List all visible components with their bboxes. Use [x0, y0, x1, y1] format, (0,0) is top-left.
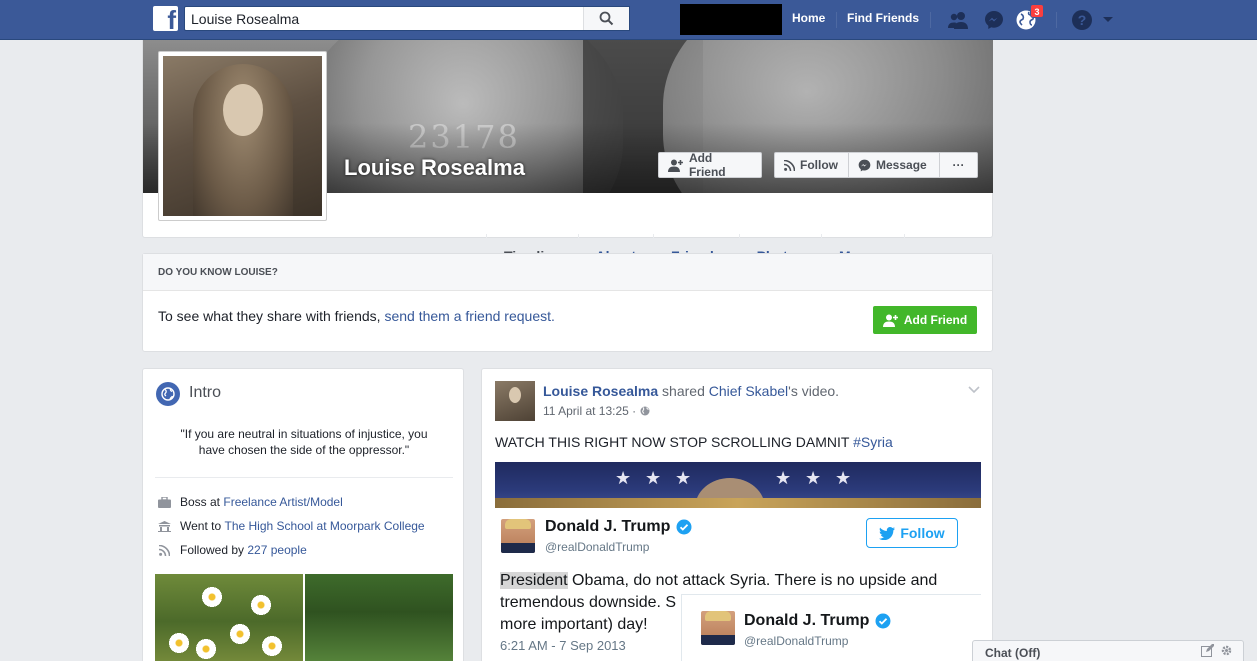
find-friends-link[interactable]: Find Friends: [847, 11, 919, 25]
intro-followers: Followed by 227 people: [157, 543, 307, 557]
intro-card: Intro "If you are neutral in situations …: [142, 368, 464, 661]
message-label: Message: [876, 158, 927, 172]
shared-video[interactable]: ★ ★ ★ ★ ★ ★ Donald J. Trump @realDonaldTrump…: [495, 462, 981, 661]
follow-label: Follow: [800, 158, 838, 172]
more-options-button[interactable]: ···: [939, 152, 978, 178]
globe-icon: [156, 382, 180, 406]
messenger-icon[interactable]: [982, 8, 1006, 32]
tweet-avatar: [701, 611, 735, 645]
compose-icon[interactable]: [1201, 644, 1214, 657]
intro-quote: "If you are neutral in situations of inj…: [180, 427, 428, 457]
add-friend-green-label: Add Friend: [903, 313, 968, 327]
rss-icon: [157, 543, 171, 557]
tweet-handle: @realDonaldTrump: [744, 634, 849, 648]
home-link[interactable]: Home: [792, 11, 825, 25]
post-options-chevron-icon[interactable]: [968, 383, 980, 397]
do-you-know-text: To see what they share with friends, sen…: [158, 308, 555, 324]
intro-school: Went to The High School at Moorpark Coll…: [157, 519, 425, 533]
search-button[interactable]: [583, 7, 629, 30]
add-friend-icon: [882, 314, 898, 327]
chat-label: Chat (Off): [985, 646, 1041, 660]
search-box: [184, 6, 630, 31]
notifications-badge: 3: [1030, 4, 1044, 18]
message-button[interactable]: Message: [848, 152, 940, 178]
rss-icon: [784, 159, 795, 171]
twitter-bird-icon: [879, 526, 896, 540]
post-header: Louise Rosealma shared Chief Skabel's vi…: [543, 383, 840, 399]
facebook-logo-icon[interactable]: f: [153, 6, 178, 31]
intro-divider: [155, 477, 453, 478]
send-friend-request-link[interactable]: send them a friend request.: [384, 308, 554, 324]
redacted-user-area: [680, 4, 782, 35]
add-friend-label: Add Friend: [688, 151, 726, 179]
add-friend-green-button[interactable]: Add Friend: [873, 306, 977, 334]
search-input[interactable]: [185, 7, 580, 30]
do-you-know-heading: DO YOU KNOW LOUISE?: [143, 254, 992, 291]
briefcase-icon: [157, 495, 171, 509]
profile-name[interactable]: Louise Rosealma: [344, 155, 525, 181]
help-icon[interactable]: ?: [1070, 8, 1094, 32]
intro-work: Boss at Freelance Artist/Model: [157, 495, 343, 509]
nav-divider: [930, 12, 931, 28]
tweet-date: 6:21 AM - 7 Sep 2013: [500, 638, 626, 653]
tweet-avatar: [501, 519, 535, 553]
friend-requests-icon[interactable]: [947, 8, 971, 32]
post-author-link[interactable]: Louise Rosealma: [543, 383, 658, 399]
intro-title: Intro: [189, 384, 222, 401]
top-bar: f Home Find Friends 3 ?: [0, 0, 1257, 40]
search-icon: [599, 11, 614, 26]
post-source-link[interactable]: Chief Skabel: [709, 383, 788, 399]
verified-icon: [676, 519, 692, 535]
profile-picture[interactable]: [158, 51, 327, 221]
more-options-icon: ···: [952, 158, 965, 172]
nav-divider: [1056, 12, 1057, 28]
tweet-author: Donald J. Trump: [545, 518, 692, 536]
gear-icon[interactable]: [1220, 644, 1233, 657]
globe-privacy-icon: [640, 406, 650, 416]
account-menu-caret-icon[interactable]: [1096, 8, 1120, 32]
svg-text:?: ?: [1078, 12, 1087, 28]
hashtag-link[interactable]: #Syria: [853, 434, 893, 450]
tweet-handle: @realDonaldTrump: [545, 540, 650, 554]
post-text: WATCH THIS RIGHT NOW STOP SCROLLING DAMN…: [495, 434, 893, 450]
do-you-know-box: DO YOU KNOW LOUISE? To see what they sha…: [142, 253, 993, 352]
intro-photo-forest[interactable]: [305, 574, 453, 661]
twitter-follow-button: Follow: [866, 518, 958, 548]
nav-divider: [836, 12, 837, 28]
followers-link[interactable]: 227 people: [247, 543, 306, 557]
work-link[interactable]: Freelance Artist/Model: [223, 495, 342, 509]
tweet-author: Donald J. Trump: [744, 612, 891, 630]
timeline-post: Louise Rosealma shared Chief Skabel's vi…: [481, 368, 993, 661]
post-author-avatar[interactable]: [495, 381, 535, 421]
messenger-icon: [858, 159, 871, 171]
chat-bar[interactable]: Chat (Off): [972, 640, 1244, 661]
follow-button[interactable]: Follow: [774, 152, 849, 178]
intro-photo-daisies[interactable]: [155, 574, 303, 661]
add-friend-icon: [668, 159, 683, 172]
overlay-tweet-card: Donald J. Trump @realDonaldTrump: [681, 594, 981, 661]
school-link[interactable]: The High School at Moorpark College: [224, 519, 424, 533]
video-top-frame: ★ ★ ★ ★ ★ ★: [495, 462, 981, 508]
verified-icon: [875, 613, 891, 629]
school-icon: [157, 519, 171, 533]
post-timestamp[interactable]: 11 April at 13:25 ·: [543, 404, 650, 418]
add-friend-button[interactable]: Add Friend: [658, 151, 762, 179]
